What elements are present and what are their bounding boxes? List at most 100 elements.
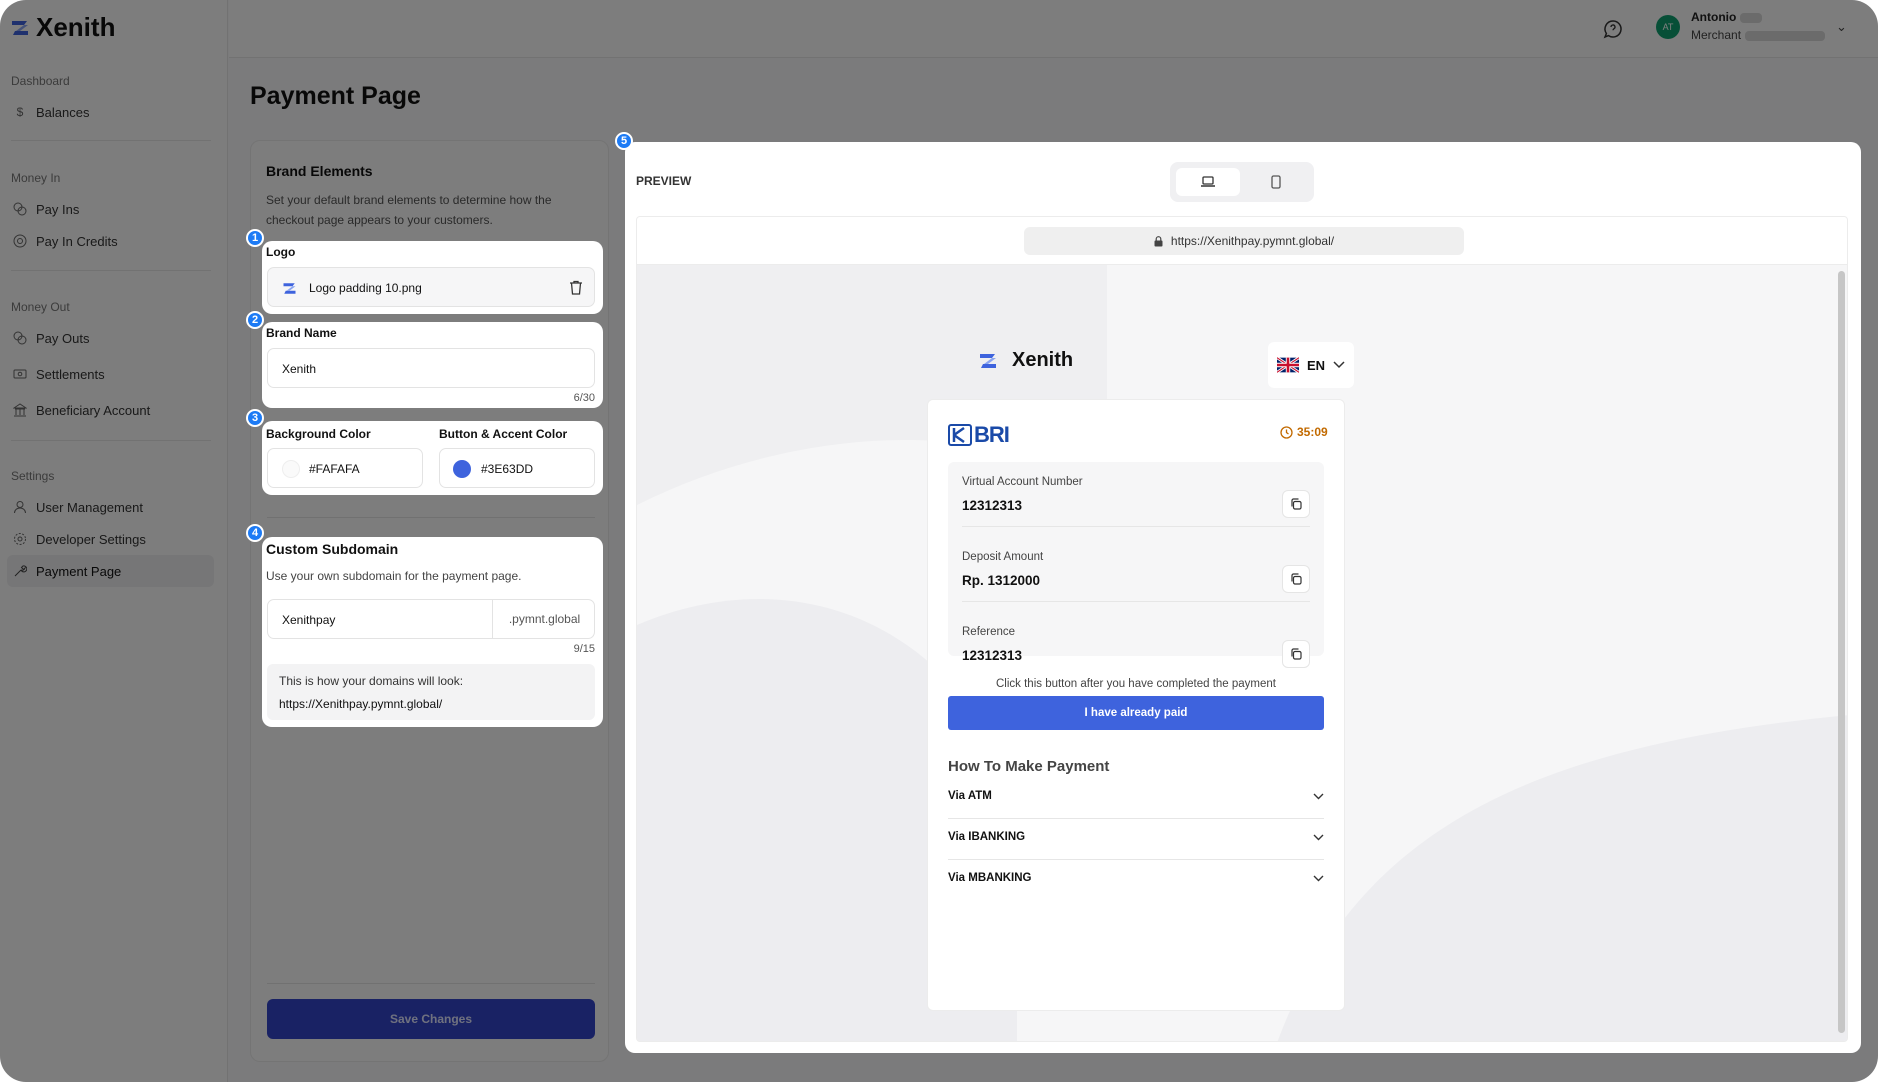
sidebar-item-label: User Management xyxy=(36,499,143,515)
sidebar-item-label: Developer Settings xyxy=(36,531,146,547)
bank-icon xyxy=(13,403,27,417)
chevron-down-icon xyxy=(1313,793,1324,799)
logo-file-name: Logo padding 10.png xyxy=(309,281,422,295)
chevron-down-icon[interactable]: ⌄ xyxy=(1836,19,1847,35)
detail-divider xyxy=(962,526,1310,527)
copy-button[interactable] xyxy=(1282,640,1310,668)
xenith-logo-icon xyxy=(12,20,28,35)
laptop-icon xyxy=(1201,176,1215,187)
how-to-pay-title: How To Make Payment xyxy=(948,758,1110,775)
subdomain-title: Custom Subdomain xyxy=(266,541,399,557)
subdomain-suffix: .pymnt.global xyxy=(492,600,596,638)
accent-color-input[interactable]: #3E63DD xyxy=(439,448,595,488)
step-badge: 4 xyxy=(246,524,264,542)
accent-color-value: #3E63DD xyxy=(481,462,534,476)
payment-note: Click this button after you have complet… xyxy=(996,678,1276,690)
user-role: Merchant xyxy=(1691,28,1742,42)
method-label: Via IBANKING xyxy=(948,831,1026,843)
subdomain-description: Use your own subdomain for the payment p… xyxy=(266,569,522,583)
sidebar-item-label: Settlements xyxy=(36,366,105,382)
bri-logo-icon xyxy=(948,424,972,446)
subdomain-counter: 9/15 xyxy=(573,643,595,655)
background-color-label: Background Color xyxy=(266,427,371,441)
subdomain-input-group: Xenithpay .pymnt.global xyxy=(267,599,595,639)
url-field: https://Xenithpay.pymnt.global/ xyxy=(1024,227,1464,255)
sidebar-item-developer-settings[interactable]: Developer Settings xyxy=(7,523,214,555)
sidebar: Xenith Dashboard $ Balances Money In Pay… xyxy=(0,0,228,1082)
app-logo[interactable]: Xenith xyxy=(10,12,115,43)
avatar[interactable]: AT xyxy=(1656,15,1680,39)
url-text: https://Xenithpay.pymnt.global/ xyxy=(1170,234,1335,248)
user-icon xyxy=(13,500,27,514)
bank-logo: BRI xyxy=(948,422,1010,448)
copy-icon xyxy=(1291,573,1302,585)
logo-file-field[interactable]: Logo padding 10.png xyxy=(267,267,595,307)
xenith-logo-icon xyxy=(283,283,296,294)
sidebar-divider xyxy=(11,440,211,441)
subdomain-input[interactable]: Xenithpay xyxy=(282,613,335,627)
sidebar-item-balances[interactable]: $ Balances xyxy=(7,96,214,128)
method-label: Via MBANKING xyxy=(948,872,1032,884)
credit-circle-icon xyxy=(13,234,27,248)
sidebar-item-label: Pay In Credits xyxy=(36,233,118,249)
copy-button[interactable] xyxy=(1282,490,1310,518)
merchant-logo: Xenith xyxy=(978,349,1073,372)
chat-icon[interactable] xyxy=(1602,18,1624,40)
sidebar-item-payment-page[interactable]: Payment Page xyxy=(7,555,214,587)
page-title: Payment Page xyxy=(250,82,421,110)
language-selector[interactable]: EN xyxy=(1268,342,1354,388)
step-badge: 5 xyxy=(615,132,633,150)
brand-name-counter: 6/30 xyxy=(573,392,595,404)
background-color-swatch xyxy=(282,460,300,478)
sidebar-divider xyxy=(11,140,211,141)
timer-value: 35:09 xyxy=(1297,425,1328,439)
logo-label: Logo xyxy=(266,245,296,259)
method-accordion-atm[interactable]: Via ATM xyxy=(948,776,1324,816)
detail-value: 12312313 xyxy=(962,498,1023,513)
payment-card: BRI 35:09 Virtual Account Number 1231231… xyxy=(927,399,1345,1011)
scrollbar[interactable] xyxy=(1838,271,1845,1033)
sidebar-item-label: Balances xyxy=(36,104,90,120)
brand-elements-description: Set your default brand elements to deter… xyxy=(266,193,552,227)
trash-icon[interactable] xyxy=(569,280,583,295)
desktop-view-button[interactable] xyxy=(1176,168,1240,196)
detail-value: Rp. 1312000 xyxy=(962,573,1041,588)
sidebar-item-label: Payment Page xyxy=(36,563,122,579)
method-accordion-ibanking[interactable]: Via IBANKING xyxy=(948,817,1324,857)
sidebar-item-pay-ins[interactable]: Pay Ins xyxy=(7,193,214,225)
detail-label: Virtual Account Number xyxy=(962,476,1083,488)
gear-icon xyxy=(13,532,27,546)
sidebar-item-pay-in-credits[interactable]: Pay In Credits xyxy=(7,225,214,257)
copy-button[interactable] xyxy=(1282,565,1310,593)
cash-icon xyxy=(13,367,27,381)
brand-name-card: Brand Name Xenith 6/30 xyxy=(262,322,603,408)
user-name: Antonio xyxy=(1691,10,1737,24)
coins-icon xyxy=(13,202,27,216)
countdown-timer: 35:09 xyxy=(1280,425,1328,439)
user-name-row[interactable]: Antonio xyxy=(1691,10,1763,24)
merchant-name: Xenith xyxy=(1012,349,1074,371)
sidebar-item-label: Pay Ins xyxy=(36,201,80,217)
sidebar-item-pay-outs[interactable]: Pay Outs xyxy=(7,322,214,354)
domain-preview-box: This is how your domains will look: http… xyxy=(267,664,595,720)
save-changes-button[interactable]: Save Changes xyxy=(267,999,595,1039)
bank-name: BRI xyxy=(974,422,1010,447)
preview-label: PREVIEW xyxy=(636,174,692,188)
accent-color-swatch xyxy=(453,460,471,478)
detail-divider xyxy=(962,601,1310,602)
dollar-icon: $ xyxy=(16,105,24,119)
method-accordion-mbanking[interactable]: Via MBANKING xyxy=(948,858,1324,898)
subdomain-card: Custom Subdomain Use your own subdomain … xyxy=(262,537,603,727)
background-color-input[interactable]: #FAFAFA xyxy=(267,448,423,488)
already-paid-button[interactable]: I have already paid xyxy=(948,696,1324,730)
detail-row: Virtual Account Number 12312313 xyxy=(962,476,1310,518)
domain-preview-url: https://Xenithpay.pymnt.global/ xyxy=(279,697,443,711)
step-badge: 3 xyxy=(246,409,264,427)
copy-icon xyxy=(1291,498,1302,510)
mobile-view-button[interactable] xyxy=(1244,168,1308,196)
background-color-value: #FAFAFA xyxy=(309,462,360,476)
sidebar-item-beneficiary-account[interactable]: Beneficiary Account xyxy=(7,394,214,426)
sidebar-item-settlements[interactable]: Settlements xyxy=(7,358,214,390)
brand-name-input[interactable]: Xenith xyxy=(267,348,595,388)
sidebar-item-user-management[interactable]: User Management xyxy=(7,491,214,523)
